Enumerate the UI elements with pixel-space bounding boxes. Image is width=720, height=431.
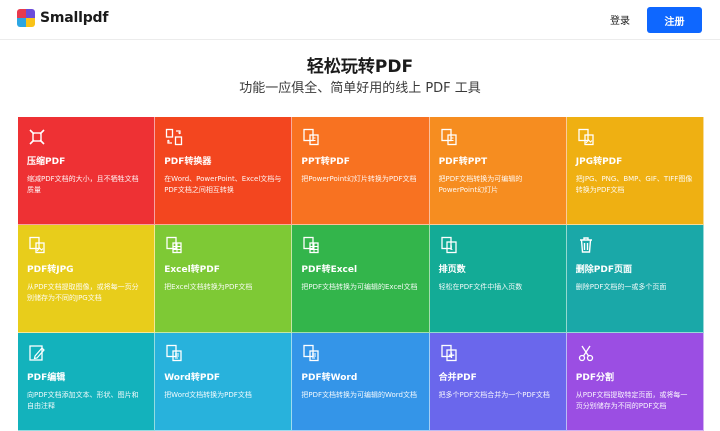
tool-description: 轻松在PDF文件中插入页数 <box>438 283 523 291</box>
excel-icon <box>301 235 321 255</box>
tool-title: PDF转换器 <box>164 157 212 167</box>
image-icon <box>576 127 596 147</box>
edit-icon <box>27 343 47 363</box>
tool-description: 从PDF文档提取特定页面，或将每一页分别储存为不同的PDF文档 <box>575 391 688 410</box>
tool-title: PDF转Word <box>301 373 358 383</box>
tool-description: 把PDF文档转换为可编辑的PowerPoint幻灯片 <box>438 175 523 194</box>
tool-description: 把Excel文档转换为PDF文档 <box>164 283 253 291</box>
ppt-icon <box>439 127 459 147</box>
tool-title: 压缩PDF <box>27 157 66 167</box>
svg-text:1: 1 <box>449 245 453 252</box>
excel-icon <box>164 235 184 255</box>
tool-title: 排页数 <box>438 265 466 275</box>
tool-card[interactable]: PDF编辑向PDF文档添加文本、形状、图片和自由注释 <box>18 333 156 431</box>
logo-square-4 <box>26 18 35 27</box>
tool-description: 从PDF文档提取图像，或将每一页分别储存为不同的JPG文档 <box>27 283 139 302</box>
tool-title: Word转PDF <box>164 373 221 383</box>
tool-description: 把PDF文档转换为可编辑的Word文档 <box>301 391 418 399</box>
tool-card[interactable]: PDF转PPT 把PDF文档转换为可编辑的PowerPoint幻灯片 <box>429 117 567 225</box>
tool-card[interactable]: PDF分割从PDF文档提取特定页面，或将每一页分别储存为不同的PDF文档 <box>566 333 704 431</box>
tool-card[interactable]: Excel转PDF 把Excel文档转换为PDF文档 <box>155 225 293 333</box>
tool-title: PDF转JPG <box>27 265 74 275</box>
tool-description: 把PDF文档转换为可编辑的Excel文档 <box>301 283 418 291</box>
logo-text: Smallpdf <box>40 10 109 26</box>
tool-title: 合并PDF <box>438 373 477 383</box>
tool-card[interactable]: PDF转换器在Word、PowerPoint、Excel文档与PDF文档之间相互… <box>155 117 293 225</box>
tool-description: 把Word文档转换为PDF文档 <box>164 391 252 399</box>
tool-card[interactable]: Word转PDF 把Word文档转换为PDF文档 <box>155 333 293 431</box>
tool-card[interactable]: 合并PDF 把多个PDF文档合并为一个PDF文档 <box>429 333 567 431</box>
tool-description: 把JPG、PNG、BMP、GIF、TIFF图像转换为PDF文档 <box>575 175 693 194</box>
tool-title: 删除PDF页面 <box>575 265 632 275</box>
tool-card[interactable]: 删除PDF页面删除PDF文档的一或多个页面 <box>566 225 704 333</box>
signup-button[interactable]: 注册 <box>647 7 702 33</box>
tool-description: 向PDF文档添加文本、形状、图片和自由注释 <box>27 391 139 410</box>
tool-title: Excel转PDF <box>164 265 220 275</box>
tool-description: 把PowerPoint幻灯片转换为PDF文档 <box>301 175 417 183</box>
compress-icon <box>27 127 47 147</box>
convert-icon <box>164 127 184 147</box>
tool-card[interactable]: 压缩PDF 缩减PDF文档的大小，且不牺牲文档质量 <box>18 117 156 225</box>
page-title: 轻松玩转PDF <box>306 57 414 77</box>
tool-card[interactable]: 1 排页数轻松在PDF文件中插入页数 <box>429 225 567 333</box>
tool-title: JPG转PDF <box>575 157 623 167</box>
tool-title: PDF转Excel <box>301 265 358 275</box>
page-subtitle: 功能一应俱全、简单好用的线上 PDF 工具 <box>239 81 481 96</box>
scissors-icon <box>576 343 596 363</box>
tool-grid: 压缩PDF 缩减PDF文档的大小，且不牺牲文档质量 PDF转换器在Word、Powe… <box>18 117 704 431</box>
tool-title: PDF分割 <box>575 373 614 383</box>
logo[interactable]: Smallpdf <box>17 9 108 27</box>
tool-description: 在Word、PowerPoint、Excel文档与PDF文档之间相互转换 <box>164 175 282 194</box>
tool-description: 把多个PDF文档合并为一个PDF文档 <box>438 391 550 399</box>
tool-card[interactable]: PPT转PDF 把PowerPoint幻灯片转换为PDF文档 <box>292 117 430 225</box>
tool-card[interactable]: PDF转JPG 从PDF文档提取图像，或将每一页分别储存为不同的JPG文档 <box>18 225 156 333</box>
tool-card[interactable]: PDF转Excel 把PDF文档转换为可编辑的Excel文档 <box>292 225 430 333</box>
tool-title: PDF转PPT <box>438 157 488 167</box>
tool-description: 删除PDF文档的一或多个页面 <box>575 283 667 291</box>
ppt-icon <box>301 127 321 147</box>
login-link[interactable]: 登录 <box>610 12 630 27</box>
word-icon <box>164 343 184 363</box>
page-number-icon: 1 <box>439 235 459 255</box>
tool-title: PPT转PDF <box>301 157 350 167</box>
logo-square-2 <box>26 9 35 18</box>
tool-card[interactable]: JPG转PDF 把JPG、PNG、BMP、GIF、TIFF图像转换为PDF文档 <box>566 117 704 225</box>
tool-description: 缩减PDF文档的大小，且不牺牲文档质量 <box>27 175 139 194</box>
image-icon <box>27 235 47 255</box>
word-icon <box>301 343 321 363</box>
logo-square-1 <box>17 9 26 18</box>
trash-icon <box>576 235 596 255</box>
tool-card[interactable]: PDF转Word 把PDF文档转换为可编辑的Word文档 <box>292 333 430 431</box>
merge-icon <box>439 343 459 363</box>
logo-square-3 <box>17 18 26 27</box>
top-header: Smallpdf 登录 注册 <box>0 0 720 40</box>
tool-title: PDF编辑 <box>27 373 66 383</box>
logo-mark-icon <box>17 9 35 27</box>
